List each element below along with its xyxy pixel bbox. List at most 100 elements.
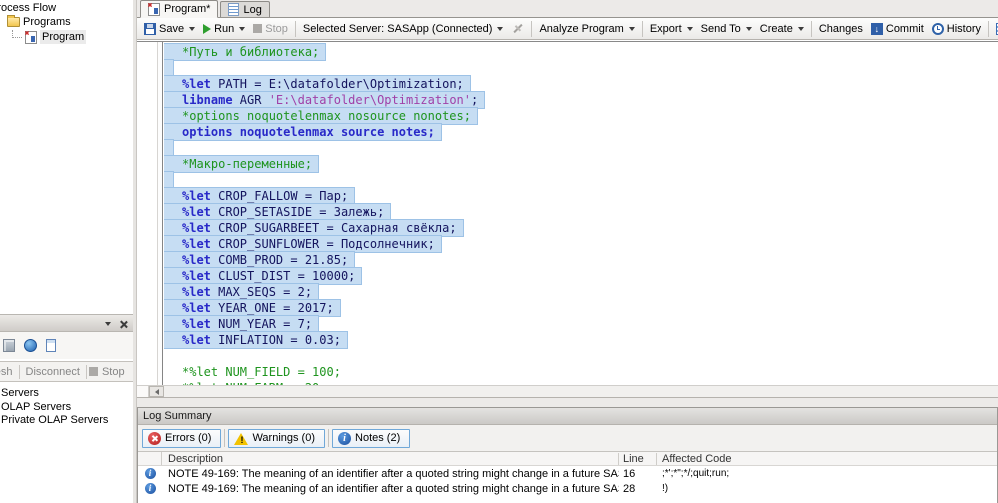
tab-program[interactable]: Program* xyxy=(140,0,218,18)
code-line[interactable]: *options noquotelenmax nosource nonotes; xyxy=(164,108,998,124)
tree-item-program[interactable]: Program xyxy=(12,30,133,44)
description-cell: NOTE 49-169: The meaning of an identifie… xyxy=(162,483,619,495)
send-to-button[interactable]: Send To xyxy=(697,21,756,37)
server-list: Servers OLAP Servers Private OLAP Server… xyxy=(0,382,133,428)
server-caret-icon[interactable] xyxy=(497,27,503,31)
pane-close-icon[interactable] xyxy=(119,320,127,328)
table-row[interactable]: i NOTE 49-169: The meaning of an identif… xyxy=(138,481,997,496)
selected-code-text: %let PATH = E:\datafolder\Optimization; xyxy=(164,76,470,92)
code-line[interactable]: %let PATH = E:\datafolder\Optimization; xyxy=(164,76,998,92)
code-area[interactable]: *Путь и библиотека; %let PATH = E:\datafo… xyxy=(164,42,998,386)
history-button[interactable]: History xyxy=(928,21,985,37)
log-summary-table: Description Line Affected Code i NOTE 49… xyxy=(138,452,997,496)
code-line[interactable]: *Макро-переменные; xyxy=(164,156,998,172)
code-line[interactable]: %let YEAR_ONE = 2017; xyxy=(164,300,998,316)
properties-button[interactable]: Properties xyxy=(992,21,998,37)
warnings-filter-button[interactable]: Warnings (0) xyxy=(228,429,325,448)
export-button[interactable]: Export xyxy=(646,21,697,37)
description-column-header[interactable]: Description xyxy=(162,453,619,465)
code-token: options noquotelenmax source notes; xyxy=(182,125,435,139)
selected-code-text: %let CLUST_DIST = 10000; xyxy=(164,268,361,284)
analyze-program-button[interactable]: Analyze Program xyxy=(535,21,638,37)
affected-code-column-header[interactable]: Affected Code xyxy=(657,453,997,465)
toolbar-separator xyxy=(19,365,20,379)
server-item-servers[interactable]: Servers xyxy=(0,387,133,401)
code-token: %let xyxy=(182,221,211,235)
table-row[interactable]: i NOTE 49-169: The meaning of an identif… xyxy=(138,466,997,481)
code-line[interactable] xyxy=(164,60,998,76)
code-token: %let xyxy=(182,317,211,331)
warning-icon xyxy=(234,432,248,445)
horizontal-scrollbar[interactable] xyxy=(137,385,998,397)
code-token: %let xyxy=(182,269,211,283)
export-caret-icon[interactable] xyxy=(687,27,693,31)
servers-view-icon[interactable] xyxy=(3,339,15,352)
code-token: CROP_SUGARBEET = Сахарная свёкла; xyxy=(211,221,457,235)
code-line[interactable]: %let NUM_YEAR = 7; xyxy=(164,316,998,332)
code-line[interactable]: %let INFLATION = 0.03; xyxy=(164,332,998,348)
list-view-icon[interactable] xyxy=(46,339,56,352)
code-line[interactable]: libname AGR 'E:\datafolder\Optimization'… xyxy=(164,92,998,108)
code-line[interactable]: %let CROP_SUGARBEET = Сахарная свёкла; xyxy=(164,220,998,236)
toolbar-separator xyxy=(988,21,989,37)
scroll-left-button[interactable] xyxy=(149,386,164,397)
server-item-olap-servers[interactable]: OLAP Servers xyxy=(0,401,133,415)
error-icon xyxy=(148,432,161,445)
changes-button[interactable]: Changes xyxy=(815,21,867,37)
code-line[interactable]: %let CROP_FALLOW = Пар; xyxy=(164,188,998,204)
code-line[interactable]: %let COMB_PROD = 21.85; xyxy=(164,252,998,268)
save-caret-icon[interactable] xyxy=(189,27,195,31)
server-item-private-olap-servers[interactable]: Private OLAP Servers xyxy=(0,414,133,428)
analyze-caret-icon[interactable] xyxy=(629,27,635,31)
code-line[interactable]: *Путь и библиотека; xyxy=(164,44,998,60)
connections-view-icon[interactable] xyxy=(24,339,37,352)
create-button[interactable]: Create xyxy=(756,21,808,37)
code-line[interactable]: %let CROP_SETASIDE = Залежь; xyxy=(164,204,998,220)
history-icon xyxy=(932,23,944,35)
selection-stub xyxy=(164,140,173,156)
tree-connector xyxy=(12,30,22,38)
errors-label: Errors (0) xyxy=(165,432,211,444)
selected-server-dropdown[interactable]: Selected Server: SASApp (Connected) xyxy=(299,21,508,37)
create-label: Create xyxy=(760,23,793,35)
run-caret-icon[interactable] xyxy=(239,27,245,31)
tree-item-programs[interactable]: Programs xyxy=(7,15,133,29)
disconnect-button[interactable]: Disconnect xyxy=(22,366,84,378)
tab-log[interactable]: Log xyxy=(220,1,269,17)
create-caret-icon[interactable] xyxy=(798,27,804,31)
code-token: INFLATION = 0.03; xyxy=(211,333,341,347)
editor-gutter xyxy=(137,42,163,386)
stop-button[interactable]: Stop xyxy=(249,21,292,37)
pane-menu-caret-icon[interactable] xyxy=(105,322,111,326)
disconnect-server-button[interactable] xyxy=(507,20,528,37)
panel-splitter[interactable] xyxy=(137,397,998,407)
log-filter-bar: Errors (0) Warnings (0) i Notes (2) xyxy=(138,425,997,452)
code-line[interactable]: options noquotelenmax source notes; xyxy=(164,124,998,140)
code-token: AGR xyxy=(233,93,269,107)
code-line[interactable] xyxy=(164,348,998,364)
code-line[interactable]: %let CLUST_DIST = 10000; xyxy=(164,268,998,284)
notes-filter-button[interactable]: i Notes (2) xyxy=(332,429,410,448)
code-line[interactable]: %let CROP_SUNFLOWER = Подсолнечник; xyxy=(164,236,998,252)
program-label: Program xyxy=(40,30,86,44)
code-line[interactable] xyxy=(164,172,998,188)
code-line[interactable]: %let MAX_SEQS = 2; xyxy=(164,284,998,300)
run-button[interactable]: Run xyxy=(199,21,249,37)
line-column-header[interactable]: Line xyxy=(619,453,657,465)
commit-button[interactable]: ↓ Commit xyxy=(867,21,928,37)
send-to-label: Send To xyxy=(701,23,741,35)
export-label: Export xyxy=(650,23,682,35)
code-token: ; xyxy=(471,93,478,107)
refresh-button[interactable]: Refresh xyxy=(0,366,17,378)
errors-filter-button[interactable]: Errors (0) xyxy=(142,429,221,448)
send-to-caret-icon[interactable] xyxy=(746,27,752,31)
save-button[interactable]: Save xyxy=(140,21,199,37)
description-cell: NOTE 49-169: The meaning of an identifie… xyxy=(162,468,619,480)
icon-column-header[interactable] xyxy=(138,452,162,465)
code-line[interactable]: *%let NUM_FIELD = 100; xyxy=(164,364,998,380)
code-line[interactable] xyxy=(164,140,998,156)
commit-label: Commit xyxy=(886,23,924,35)
tree-item-process-flow[interactable]: Process Flow xyxy=(0,0,133,14)
code-editor[interactable]: *Путь и библиотека; %let PATH = E:\datafo… xyxy=(137,41,998,397)
server-stop-button[interactable]: Stop xyxy=(98,366,129,378)
